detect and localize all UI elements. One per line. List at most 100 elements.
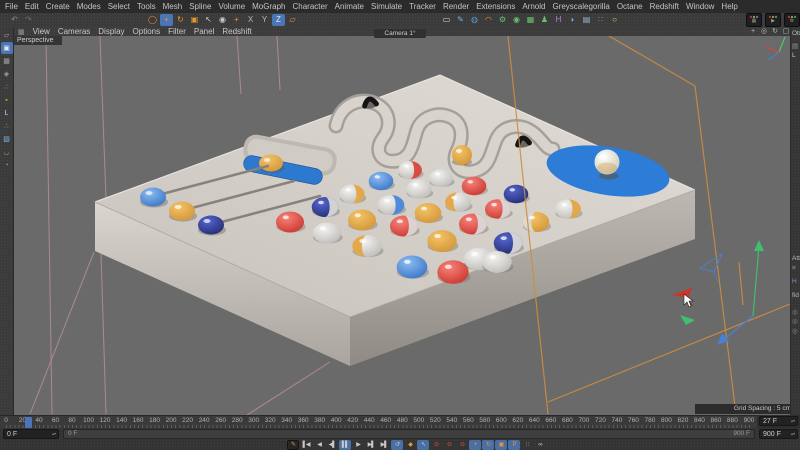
right-panel-edge[interactable]: Obj▤LAtt≡Hfid◎◎◎ [790,27,800,415]
add-tracker-button[interactable]: ▤ [580,14,593,26]
menu-help[interactable]: Help [721,2,737,11]
keying-scale-toggle[interactable]: ▣ [495,440,507,450]
keying-rotation-toggle[interactable]: ↻ [482,440,494,450]
record-key-button[interactable]: ◆ [404,440,416,450]
viewport-zoom-icon[interactable]: ◎ [759,28,769,36]
viewport-filter-icon[interactable]: ▨ [1,133,13,145]
goto-end-button[interactable]: ▶▌ [378,440,390,450]
keying-parameter-toggle[interactable]: P [508,440,520,450]
menu-edit[interactable]: Edit [25,2,39,11]
viewport-3d-scene[interactable] [14,36,790,415]
add-spline-button[interactable]: ✎ [454,14,467,26]
add-snap-tool[interactable]: + [230,14,243,26]
viewport-menu-filter[interactable]: Filter [168,27,186,36]
quantize-icon[interactable]: ◔ [1,159,13,171]
workplane-toggle[interactable]: ▱ [286,14,299,26]
prev-frame-button[interactable]: ◀▌ [326,440,338,450]
add-dynamics-button[interactable]: ▦ [524,14,537,26]
viewport-rotate-icon[interactable]: ↻ [770,28,780,36]
undo-button[interactable]: ↶ [8,14,21,26]
current-frame-field[interactable]: 27 F ▴▾ [759,416,798,426]
add-deformer-button[interactable]: ⚙ [496,14,509,26]
viewport-menu-panel[interactable]: Panel [194,27,214,36]
timeline-range-slider[interactable]: 0 F 900 F [63,429,755,439]
viewport-menu-display[interactable]: Display [98,27,124,36]
viewport-menu-options[interactable]: Options [133,27,161,36]
loop-playback-button[interactable]: ↺ [391,440,403,450]
menu-modes[interactable]: Modes [77,2,101,11]
menu-mograph[interactable]: MoGraph [252,2,285,11]
add-cloth-button[interactable]: ◗ [566,14,579,26]
play-pause-button[interactable]: ▌▌ [339,440,351,450]
view-label[interactable]: Perspective [14,36,62,45]
add-character-button[interactable]: ♟ [538,14,551,26]
y-axis-toggle[interactable]: Y [258,14,271,26]
menu-arnold[interactable]: Arnold [522,2,545,11]
model-mode-icon[interactable]: ▣ [1,42,13,54]
add-volume-button[interactable]: ◍ [468,14,481,26]
viewport-pan-icon[interactable]: + [748,28,758,36]
viewport-menu-redshift[interactable]: Redshift [222,27,251,36]
keyframe-selection-button[interactable]: ↖ [417,440,429,450]
add-particles-button[interactable]: ∷ [594,14,607,26]
record-rotation-toggle[interactable]: ⊘ [456,440,468,450]
link-animation-icon[interactable]: ∞ [534,440,546,450]
timeline-playhead[interactable] [25,417,32,428]
render-settings-button[interactable]: ⚙ [784,13,800,27]
points-mode-icon[interactable]: ∴ [1,81,13,93]
next-key-button[interactable]: ▶▌ [365,440,377,450]
texture-mode-icon[interactable]: ▦ [1,55,13,67]
autokey-record-button[interactable]: ✎ [287,440,299,450]
camera-label[interactable]: Camera 1° [374,29,426,38]
menu-greyscalegorilla[interactable]: Greyscalegorilla [552,2,609,11]
start-frame-field[interactable]: 0 F ▴▾ [3,429,59,439]
workplane-mode-icon[interactable]: ◈ [1,68,13,80]
keying-pla-toggle[interactable]: ∷ [521,440,533,450]
menu-mesh[interactable]: Mesh [163,2,183,11]
enable-snap-icon[interactable]: ◡ [1,146,13,158]
redo-button[interactable]: ↷ [22,14,35,26]
menu-window[interactable]: Window [686,2,714,11]
menu-create[interactable]: Create [46,2,70,11]
edges-mode-icon[interactable]: ▪ [1,94,13,106]
polygons-mode-icon[interactable]: L [1,107,13,119]
add-light-button[interactable]: ○ [608,14,621,26]
tweak-tool[interactable]: ◉ [216,14,229,26]
menu-render[interactable]: Render [443,2,469,11]
scale-tool[interactable]: ▣ [188,14,201,26]
menu-volume[interactable]: Volume [218,2,245,11]
enable-axis-icon[interactable]: ∴ [1,120,13,132]
rotate-tool[interactable]: ↻ [174,14,187,26]
add-field-button[interactable]: ◠ [482,14,495,26]
menu-spline[interactable]: Spline [189,2,211,11]
selection-arrow-tool[interactable]: ↖ [202,14,215,26]
menu-character[interactable]: Character [293,2,328,11]
end-frame-spinner[interactable]: ▴▾ [791,432,797,436]
coordinate-system-toggle[interactable]: Z [272,14,285,26]
menu-simulate[interactable]: Simulate [371,2,402,11]
add-hair-button[interactable]: H [552,14,565,26]
viewport-menu-view[interactable]: View [33,27,50,36]
live-selection-tool[interactable]: ◯ [146,14,159,26]
add-floor-button[interactable]: ▭ [440,14,453,26]
prev-key-button[interactable]: ◀ [313,440,325,450]
next-frame-button[interactable]: ▶ [352,440,364,450]
record-scale-toggle[interactable]: ⊘ [443,440,455,450]
goto-start-button[interactable]: ▌◀ [300,440,312,450]
menu-tools[interactable]: Tools [137,2,156,11]
viewport-menu-cameras[interactable]: Cameras [58,27,90,36]
timeline-ruler[interactable]: 0204060801001201401601802002202402602803… [0,415,757,428]
menu-tracker[interactable]: Tracker [409,2,436,11]
render-view-button[interactable]: ▦ [746,13,762,27]
convert-tool-icon[interactable]: ▱ [1,29,13,41]
menu-extensions[interactable]: Extensions [476,2,515,11]
render-picture-viewer-button[interactable]: ▶ [765,13,781,27]
move-tool[interactable]: + [160,14,173,26]
menu-animate[interactable]: Animate [335,2,364,11]
menu-octane[interactable]: Octane [617,2,643,11]
start-frame-spinner[interactable]: ▴▾ [52,432,58,436]
menu-redshift[interactable]: Redshift [650,2,679,11]
menu-file[interactable]: File [5,2,18,11]
current-frame-spinner[interactable]: ▴▾ [791,419,797,423]
add-mograph-button[interactable]: ◉ [510,14,523,26]
